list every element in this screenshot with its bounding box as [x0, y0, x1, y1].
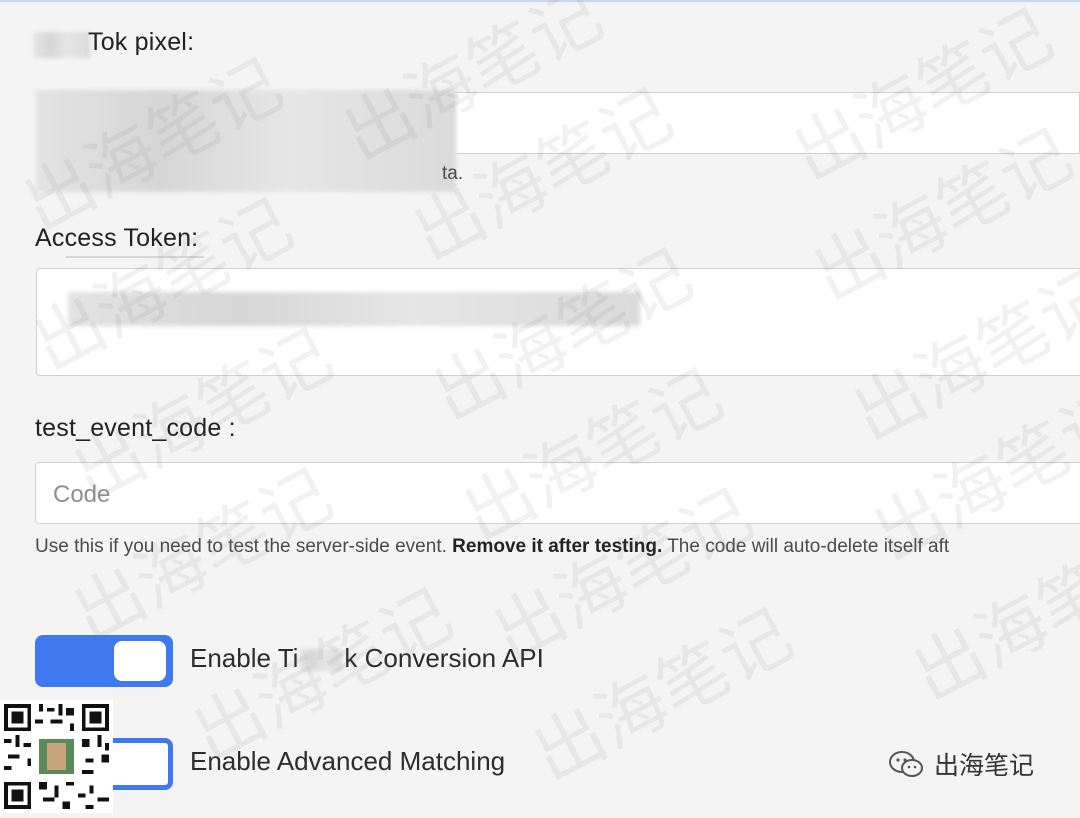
test-event-code-help: Use this if you need to test the server-…: [35, 536, 950, 557]
advanced-matching-label: Enable Advanced Matching: [190, 746, 506, 776]
redacted-text: [300, 649, 343, 672]
wechat-icon: [888, 749, 924, 786]
redacted-token: [68, 292, 640, 326]
watermark: 出海笔记: [899, 513, 1080, 718]
qr-code: [0, 700, 113, 813]
conversion-api-label: Enable Ti k Conversion API: [190, 643, 544, 673]
top-border: [0, 0, 1080, 2]
pixel-help-text: ta.: [442, 163, 464, 184]
label-underline: [66, 256, 204, 258]
test-event-code-input[interactable]: Code: [35, 462, 1080, 524]
redacted-input-area: [36, 90, 456, 192]
redacted-text: [34, 32, 90, 58]
pixel-label: Tok pixel:: [88, 28, 195, 56]
toggle-knob: [114, 641, 166, 681]
code-placeholder: Code: [53, 481, 111, 508]
conversion-api-toggle[interactable]: [35, 635, 173, 687]
access-token-label: Access Token:: [35, 224, 199, 252]
brand-name: 出海笔记: [934, 752, 1035, 780]
watermark: 出海笔记: [519, 593, 806, 798]
brand-mark: 出海笔记: [888, 746, 1034, 786]
pixel-id-input[interactable]: [455, 92, 1080, 154]
test-event-code-label: test_event_code :: [35, 414, 236, 442]
